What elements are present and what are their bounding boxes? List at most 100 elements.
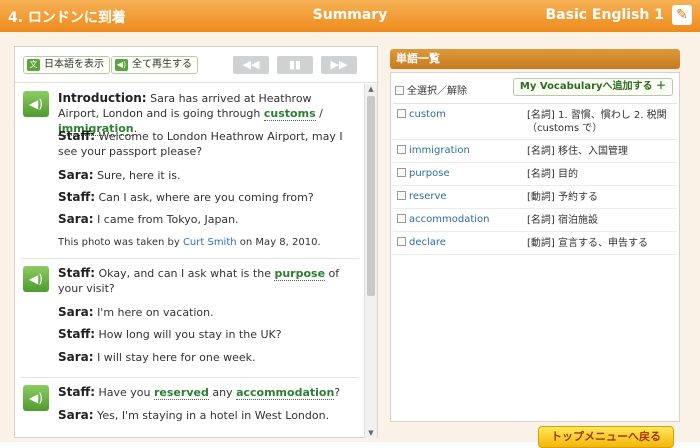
line-text: I will stay here for one week. [97, 351, 256, 364]
speaker-label: Introduction: [58, 91, 147, 105]
line-text: Welcome to London Heathrow Airport, may … [58, 130, 343, 158]
lesson-title: 4. ロンドンに到着 [8, 10, 126, 26]
rewind-icon: ◀◀ [242, 58, 260, 71]
dialogue-line: Sara: I will stay here for one week. [58, 350, 356, 365]
dialogue-line: Staff: Have you reserved any accommodati… [58, 385, 356, 400]
line-text: Okay, and can I ask what is the [98, 267, 271, 280]
speaker-label: Sara: [58, 305, 94, 319]
keyword-reserved[interactable]: reserved [154, 386, 209, 400]
pause-icon: ▮▮ [288, 58, 302, 71]
vocab-word[interactable]: accommodation [397, 214, 489, 225]
dialogue-line: Sara: I'm here on vacation. [58, 305, 356, 320]
photo-credit: This photo was taken by Curt Smith on Ma… [58, 235, 356, 250]
speaker-label: Staff: [58, 266, 95, 280]
credit-text: This photo was taken by [58, 237, 180, 248]
dialogue-scrollbar[interactable]: ▲ ▼ [364, 84, 377, 438]
speaker-icon[interactable]: ◀) [23, 385, 49, 411]
vocab-word-text: immigration [409, 145, 470, 156]
dialogue-toolbar: 文 日本語を表示 ◀) 全て再生する ◀◀ ▮▮ ▶▶ [15, 47, 379, 83]
pause-button[interactable]: ▮▮ [277, 56, 313, 74]
line-text: How long will you stay in the UK? [98, 328, 282, 341]
vocab-word-text: accommodation [409, 214, 490, 225]
line-text: Yes, I'm staying in a hotel in West Lond… [97, 409, 330, 422]
separator: / [319, 107, 323, 120]
vocab-row: reserve [動詞] 予約する [393, 186, 677, 209]
dialogue-line: Staff: How long will you stay in the UK? [58, 327, 356, 342]
vocab-definition: [名詞] 移住、入国管理 [527, 146, 628, 157]
speaker-label: Staff: [58, 190, 95, 204]
line-text: I'm here on vacation. [97, 306, 214, 319]
divider [21, 258, 359, 259]
speaker-label: Sara: [58, 350, 94, 364]
speaker-label: Sara: [58, 212, 94, 226]
show-japanese-button[interactable]: 文 日本語を表示 [23, 56, 110, 74]
vocab-definition: [名詞] 宿泊施設 [527, 215, 598, 226]
keyword-purpose[interactable]: purpose [274, 267, 326, 281]
line-text: ? [334, 386, 341, 399]
translate-icon: 文 [27, 59, 40, 71]
checkbox-icon[interactable] [397, 191, 406, 200]
vocab-definition: [名詞] 1. 習慣、慣わし 2. 税関（customs で） [527, 110, 667, 134]
vocab-row: declare [動詞] 宣言する、申告する [393, 232, 677, 255]
select-all-label: 全選択／解除 [407, 86, 467, 97]
speaker-label: Staff: [58, 385, 95, 399]
vocab-row: custom [名詞] 1. 習慣、慣わし 2. 税関（customs で） [393, 104, 677, 140]
play-all-label: 全て再生する [132, 59, 192, 70]
credit-date: on May 8, 2010. [239, 237, 321, 248]
dialogue-line: Staff: Can I ask, where are you coming f… [58, 190, 356, 205]
play-all-button[interactable]: ◀) 全て再生する [111, 56, 198, 74]
checkbox-icon[interactable] [395, 86, 404, 95]
vocab-word[interactable]: purpose [397, 168, 450, 179]
speaker-icon: ◀) [115, 59, 128, 71]
vocab-row: accommodation [名詞] 宿泊施設 [393, 209, 677, 232]
add-to-my-vocabulary-button[interactable]: My Vocabularyへ追加する ＋ [512, 78, 673, 96]
dialogue-line: Sara: Yes, I'm staying in a hotel in Wes… [58, 408, 356, 423]
course-title: Basic English 1 [545, 7, 665, 23]
keyword-customs[interactable]: customs [263, 107, 316, 121]
dialogue-line: Staff: Welcome to London Heathrow Airpor… [58, 129, 356, 159]
vocab-row: purpose [名詞] 目的 [393, 163, 677, 186]
back-to-top-menu-button[interactable]: トップメニューへ戻る [538, 426, 674, 448]
vocab-definition: [名詞] 目的 [527, 169, 578, 180]
vocab-word[interactable]: custom [397, 109, 446, 120]
checkbox-icon[interactable] [397, 214, 406, 223]
vocab-word[interactable]: reserve [397, 191, 447, 202]
dialogue-scroll-area[interactable]: ◀) Introduction: Sara has arrived at Hea… [15, 84, 365, 438]
scroll-up-icon[interactable]: ▲ [365, 85, 377, 93]
forward-button[interactable]: ▶▶ [321, 56, 357, 74]
vocab-word-text: purpose [409, 168, 450, 179]
speaker-label: Sara: [58, 168, 94, 182]
photo-author-link[interactable]: Curt Smith [183, 237, 237, 248]
vocab-definition: [動詞] 宣言する、申告する [527, 238, 648, 249]
checkbox-icon[interactable] [397, 109, 406, 118]
vocab-word[interactable]: immigration [397, 145, 470, 156]
line-text: I came from Tokyo, Japan. [97, 213, 239, 226]
header-bar: 4. ロンドンに到着 Summary Basic English 1 ✎ [0, 0, 700, 32]
vocab-word-text: custom [409, 109, 446, 120]
line-text: Have you [98, 386, 151, 399]
pencil-icon[interactable]: ✎ [672, 5, 692, 25]
speaker-label: Staff: [58, 327, 95, 341]
vocab-panel: 全選択／解除 My Vocabularyへ追加する ＋ custom [名詞] 1… [390, 72, 680, 422]
speaker-icon[interactable]: ◀) [23, 91, 49, 117]
checkbox-icon[interactable] [397, 237, 406, 246]
vocab-list-title: 単語一覧 [390, 49, 680, 69]
vocab-row: immigration [名詞] 移住、入国管理 [393, 140, 677, 163]
dialogue-panel: 文 日本語を表示 ◀) 全て再生する ◀◀ ▮▮ ▶▶ ◀) Introduct… [14, 46, 379, 438]
keyword-accommodation[interactable]: accommodation [236, 386, 335, 400]
dialogue-line: Staff: Okay, and can I ask what is the p… [58, 266, 356, 296]
vocab-list: custom [名詞] 1. 習慣、慣わし 2. 税関（customs で） imm… [393, 103, 677, 255]
rewind-button[interactable]: ◀◀ [233, 56, 269, 74]
divider [21, 377, 359, 378]
scroll-down-icon[interactable]: ▼ [365, 429, 377, 437]
vocab-definition: [動詞] 予約する [527, 192, 598, 203]
select-all-checkbox[interactable]: 全選択／解除 [395, 82, 467, 97]
vocab-word-text: reserve [409, 191, 447, 202]
checkbox-icon[interactable] [397, 145, 406, 154]
speaker-icon[interactable]: ◀) [23, 266, 49, 292]
checkbox-icon[interactable] [397, 168, 406, 177]
dialogue-line: Sara: Sure, here it is. [58, 168, 356, 183]
vocab-word[interactable]: declare [397, 237, 446, 248]
speaker-label: Staff: [58, 129, 95, 143]
scrollbar-thumb[interactable] [367, 96, 375, 296]
